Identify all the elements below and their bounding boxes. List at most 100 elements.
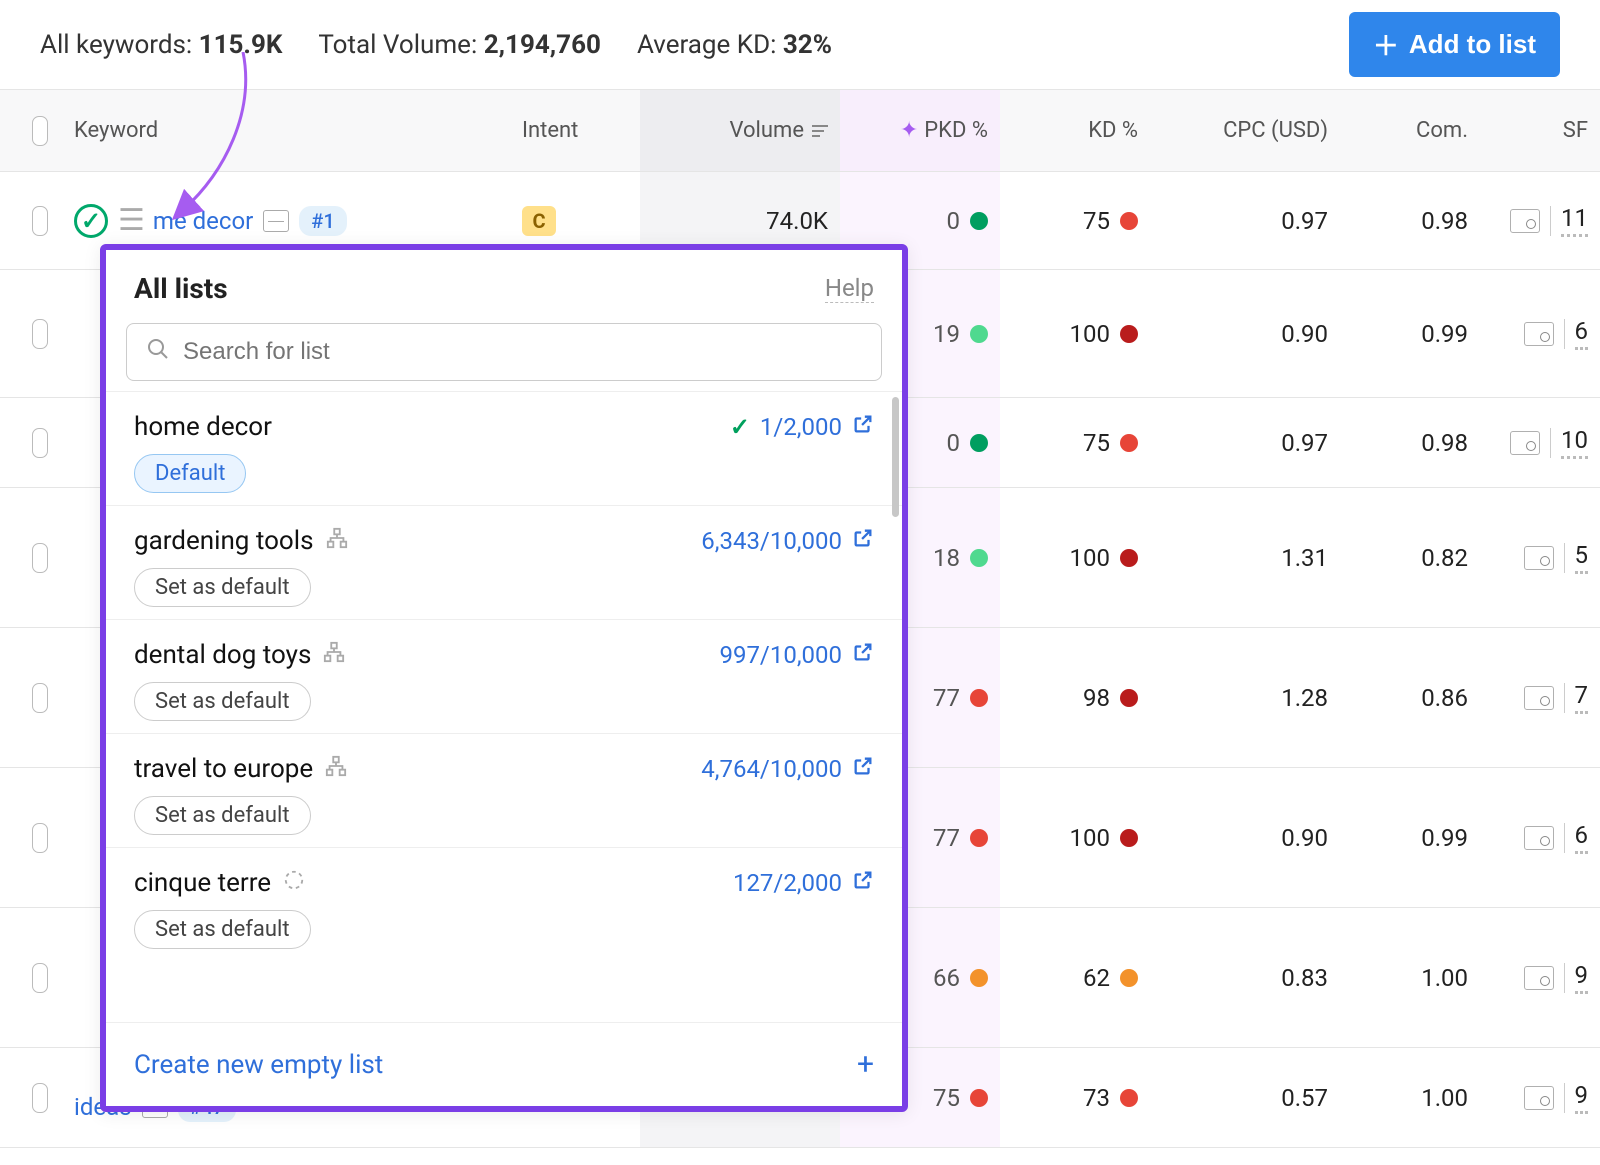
kd-dot-icon [1120, 829, 1138, 847]
serp-view-icon[interactable] [1524, 322, 1554, 346]
list-count: 127/2,000 [733, 869, 842, 897]
sf-value[interactable]: 10 [1561, 426, 1588, 459]
serp-view-icon[interactable] [1510, 431, 1540, 455]
serp-view-icon[interactable] [1524, 686, 1554, 710]
volume-value: 74.0K [766, 207, 828, 235]
create-list-plus-icon[interactable]: + [857, 1047, 874, 1082]
cpc-value: 0.97 [1281, 207, 1328, 235]
list-count: 6,343/10,000 [701, 527, 842, 555]
create-list-link[interactable]: Create new empty list [134, 1050, 383, 1080]
default-pill: Default [134, 454, 246, 493]
list-item[interactable]: dental dog toys997/10,000Set as default [106, 619, 902, 733]
open-list-icon[interactable] [852, 413, 874, 441]
cpc-value: 0.57 [1281, 1084, 1328, 1112]
col-kd[interactable]: KD % [1000, 118, 1150, 143]
lines-icon: ☰ [118, 212, 143, 230]
col-keyword[interactable]: Keyword [60, 118, 510, 143]
com-value: 0.86 [1421, 684, 1468, 712]
open-list-icon[interactable] [852, 641, 874, 669]
list-item[interactable]: gardening tools 6,343/10,000 Set as defaul… [106, 505, 902, 619]
set-default-button[interactable]: Set as default [134, 568, 311, 607]
pkd-dot-icon [970, 969, 988, 987]
serp-view-icon[interactable] [1524, 546, 1554, 570]
list-name: gardening tools [134, 526, 314, 556]
sf-value[interactable]: 6 [1575, 317, 1589, 350]
row-checkbox[interactable] [32, 543, 48, 573]
pkd-value: 18 [933, 544, 960, 572]
serp-view-icon[interactable] [1524, 826, 1554, 850]
sparkle-icon: ✦ [900, 118, 918, 143]
kd-dot-icon [1120, 689, 1138, 707]
col-intent[interactable]: Intent [510, 118, 640, 143]
metric-all-keywords: All keywords: 115.9K [40, 30, 282, 60]
popover-list[interactable]: home decor✓1/2,000Defaultgardening tools… [106, 391, 902, 1022]
cpc-value: 0.90 [1281, 824, 1328, 852]
keyword-link[interactable]: me decor [153, 207, 253, 235]
pkd-value: 66 [933, 964, 960, 992]
open-list-icon[interactable] [852, 755, 874, 783]
col-sf[interactable]: SF [1480, 118, 1600, 143]
lists-popover: All lists Help home decor✓1/2,000Default… [100, 244, 908, 1112]
serp-icon[interactable] [263, 210, 289, 232]
sf-value[interactable]: 5 [1575, 541, 1589, 574]
total-volume-value: 2,194,760 [484, 30, 601, 60]
set-default-button[interactable]: Set as default [134, 682, 311, 721]
list-item[interactable]: home decor✓1/2,000Default [106, 391, 902, 505]
pkd-dot-icon [970, 325, 988, 343]
set-default-button[interactable]: Set as default [134, 796, 311, 835]
list-count: 997/10,000 [719, 641, 842, 669]
list-search-input[interactable] [126, 323, 882, 381]
sf-value[interactable]: 9 [1575, 961, 1589, 994]
row-checkbox[interactable] [32, 963, 48, 993]
col-pkd[interactable]: ✦ PKD % [840, 90, 1000, 171]
scrollbar-thumb[interactable] [892, 397, 899, 517]
popover-help-link[interactable]: Help [825, 274, 874, 303]
row-checkbox[interactable] [32, 206, 48, 236]
avg-kd-value: 32% [783, 30, 832, 60]
open-list-icon[interactable] [852, 869, 874, 897]
add-to-list-label: Add to list [1409, 29, 1536, 60]
col-com[interactable]: Com. [1340, 118, 1480, 143]
row-checkbox[interactable] [32, 823, 48, 853]
sf-value[interactable]: 11 [1561, 204, 1588, 237]
check-icon: ✓ [730, 413, 750, 441]
serp-view-icon[interactable] [1510, 209, 1540, 233]
kd-value: 100 [1070, 320, 1110, 348]
kd-value: 98 [1083, 684, 1110, 712]
list-count: 1/2,000 [760, 413, 842, 441]
list-count: 4,764/10,000 [701, 755, 842, 783]
cpc-value: 0.83 [1281, 964, 1328, 992]
row-checkbox[interactable] [32, 683, 48, 713]
sf-value[interactable]: 6 [1575, 821, 1589, 854]
col-cpc[interactable]: CPC (USD) [1150, 118, 1340, 143]
com-value: 0.98 [1421, 429, 1468, 457]
list-item[interactable]: travel to europe4,764/10,000Set as defau… [106, 733, 902, 847]
kd-dot-icon [1120, 1089, 1138, 1107]
serp-view-icon[interactable] [1524, 966, 1554, 990]
sf-value[interactable]: 7 [1575, 681, 1589, 714]
popover-title: All lists [134, 272, 228, 305]
search-icon [146, 337, 170, 367]
row-checkbox[interactable] [32, 428, 48, 458]
all-keywords-value: 115.9K [199, 30, 283, 60]
avg-kd-label: Average KD: [637, 30, 777, 60]
open-list-icon[interactable] [852, 527, 874, 555]
col-volume[interactable]: Volume [640, 90, 840, 171]
add-to-list-button[interactable]: ＋ Add to list [1349, 12, 1560, 77]
row-checkbox[interactable] [32, 319, 48, 349]
metric-avg-kd: Average KD: 32% [637, 30, 832, 60]
kd-value: 75 [1083, 207, 1110, 235]
set-default-button[interactable]: Set as default [134, 910, 311, 949]
summary-bar: All keywords: 115.9K Total Volume: 2,194… [0, 0, 1600, 90]
select-all-checkbox[interactable] [32, 116, 48, 146]
check-circle-icon: ✓ [74, 204, 108, 238]
sf-value[interactable]: 9 [1575, 1081, 1589, 1114]
list-item[interactable]: cinque terre127/2,000Set as default [106, 847, 902, 961]
rank-pill: #1 [299, 206, 346, 236]
serp-view-icon[interactable] [1524, 1086, 1554, 1110]
kd-dot-icon [1120, 212, 1138, 230]
row-checkbox[interactable] [32, 1083, 48, 1113]
com-value: 0.99 [1421, 320, 1468, 348]
kd-dot-icon [1120, 549, 1138, 567]
pkd-value: 77 [933, 824, 960, 852]
